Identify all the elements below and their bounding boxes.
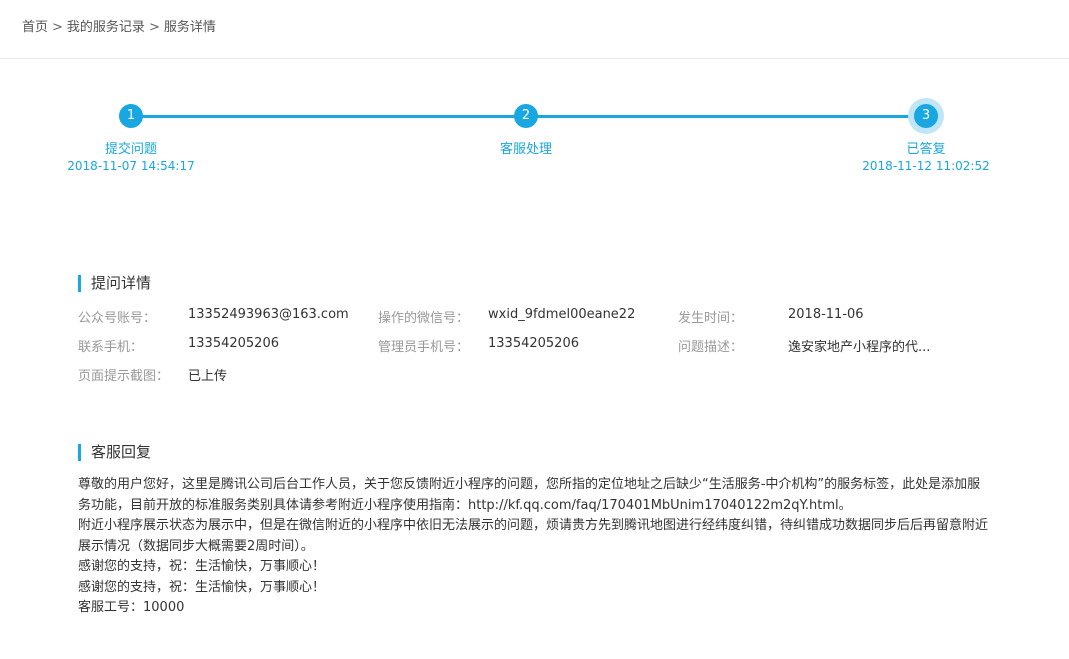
screenshot-value[interactable]: 已上传: [188, 365, 227, 384]
reply-line: 附近小程序展示状态为展示中，但是在微信附近的小程序中依旧无法展示的问题，烦请贵方…: [78, 518, 989, 554]
admin-phone-label: 管理员手机号：: [378, 340, 470, 355]
reply-line: 感谢您的支持，祝：生活愉快，万事顺心！: [78, 579, 326, 595]
step-3-time: 2018-11-12 11:02:52: [862, 159, 990, 173]
step-2-circle: 2: [514, 104, 538, 128]
reply-section-title: 客服回复: [78, 444, 151, 461]
step-1-label: 提交问题: [104, 142, 158, 157]
account-value: 13352493963@163.com: [188, 307, 349, 322]
phone-label: 联系手机：: [78, 340, 144, 355]
account-label: 公众号账号：: [78, 311, 157, 326]
phone-value: 13354205206: [188, 336, 279, 351]
reply-content: 尊敬的用户您好，这里是腾讯公司后台工作人员，关于您反馈附近小程序的问题，您所指的…: [78, 475, 988, 619]
screenshot-label: 页面提示截图：: [78, 369, 170, 384]
progress-steps: 1 提交问题 2018-11-07 14:54:17 2 客服处理 3 已答复 …: [0, 0, 1069, 200]
step-1-circle: 1: [119, 104, 143, 128]
step-3-label: 已答复: [906, 142, 946, 157]
description-value[interactable]: 逸安家地产小程序的代...: [788, 336, 930, 355]
date-value: 2018-11-06: [788, 307, 864, 322]
admin-phone-value: 13354205206: [488, 336, 579, 351]
reply-line: 尊敬的用户您好，这里是腾讯公司后台工作人员，关于您反馈附近小程序的问题，您所指的…: [78, 477, 981, 513]
details-section-title: 提问详情: [78, 275, 151, 292]
step-1-time: 2018-11-07 14:54:17: [67, 159, 195, 173]
reply-staff-id: 客服工号：10000: [78, 600, 185, 615]
date-label: 发生时间：: [678, 311, 744, 326]
wechat-id-label: 操作的微信号：: [378, 311, 470, 326]
description-label: 问题描述：: [678, 340, 744, 355]
reply-line: 感谢您的支持，祝：生活愉快，万事顺心！: [78, 559, 326, 574]
wechat-id-value: wxid_9fdmel00eane22: [488, 307, 636, 322]
step-3-circle: 3: [914, 104, 938, 128]
step-2-label: 客服处理: [499, 142, 553, 157]
